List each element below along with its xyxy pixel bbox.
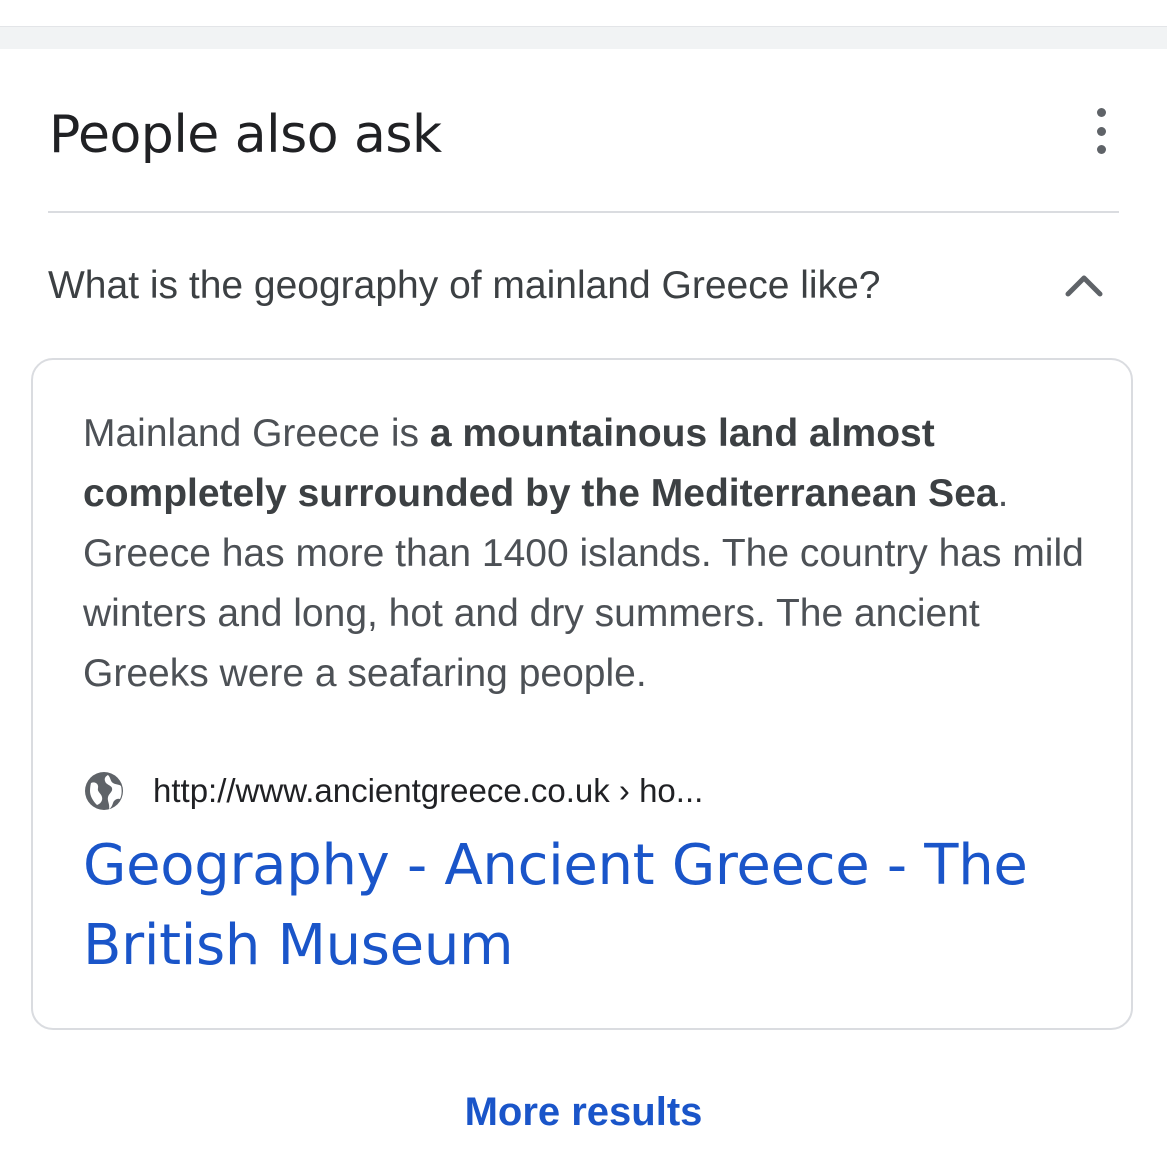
more-results-button[interactable]: More results (0, 1082, 1167, 1142)
more-options-button[interactable] (1084, 108, 1118, 154)
section-title: People also ask (49, 105, 442, 165)
source-row[interactable]: http://www.ancientgreece.co.uk › ho... (83, 764, 703, 818)
more-vert-icon (1096, 108, 1106, 117)
chevron-up-icon (1065, 275, 1103, 297)
question-text: What is the geography of mainland Greece… (48, 264, 881, 307)
question-toggle[interactable]: What is the geography of mainland Greece… (48, 250, 1119, 324)
result-title-link[interactable]: Geography - Ancient Greece - The British… (83, 826, 1093, 986)
top-strip (0, 0, 1167, 26)
globe-icon (85, 772, 123, 810)
answer-card: Mainland Greece is a mountainous land al… (31, 358, 1133, 1030)
more-vert-icon-dot (1096, 126, 1106, 136)
answer-snippet: Mainland Greece is a mountainous land al… (83, 404, 1093, 704)
section-separator-band (0, 26, 1167, 49)
more-vert-icon-dot (1096, 145, 1106, 154)
source-url: http://www.ancientgreece.co.uk › ho... (153, 772, 704, 809)
answer-text-lead: Mainland Greece is (83, 412, 430, 455)
divider (48, 211, 1119, 213)
